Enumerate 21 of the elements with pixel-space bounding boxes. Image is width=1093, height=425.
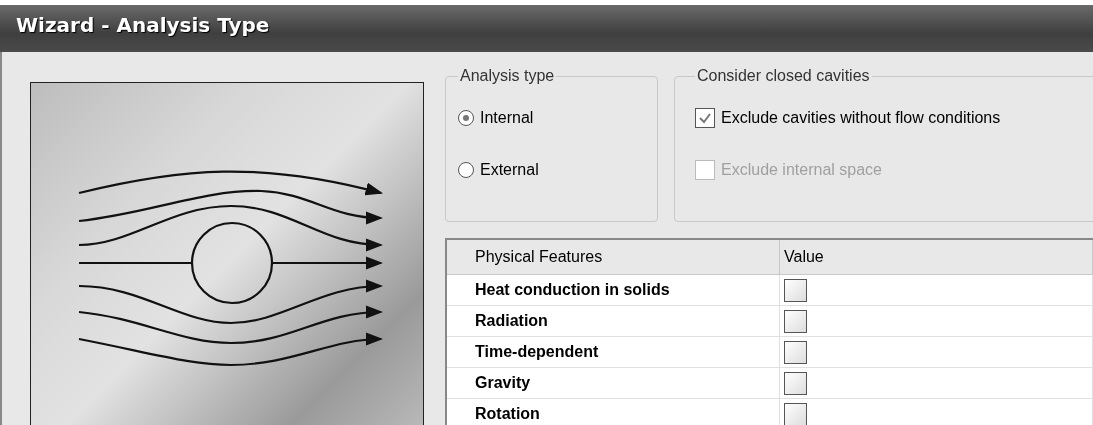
checkbox[interactable] [784, 340, 807, 364]
checkbox[interactable] [695, 108, 715, 128]
table-cell: Radiation [446, 305, 780, 337]
check-mark-icon [698, 111, 712, 125]
radio-label[interactable]: Internal [480, 109, 534, 127]
checkbox[interactable] [784, 402, 807, 425]
group-label: Consider closed cavities [696, 67, 871, 85]
radio-button[interactable] [458, 162, 474, 178]
table-cell: Time-dependent [446, 336, 780, 368]
checkbox[interactable] [784, 309, 807, 333]
group-label: Analysis type [459, 67, 556, 85]
table-cell: Gravity [446, 367, 780, 399]
checkbox[interactable] [784, 278, 807, 302]
checkbox[interactable] [784, 371, 807, 395]
checkbox-label[interactable]: Exclude cavities without flow conditions [721, 109, 1001, 127]
table-cell: Heat conduction in solids [446, 274, 780, 306]
radio-button[interactable] [458, 110, 474, 126]
radio-label[interactable]: External [480, 161, 539, 179]
column-header: Value [779, 239, 1093, 275]
window-title: Wizard - Analysis Type [16, 13, 270, 37]
column-header: Physical Features [446, 239, 780, 275]
